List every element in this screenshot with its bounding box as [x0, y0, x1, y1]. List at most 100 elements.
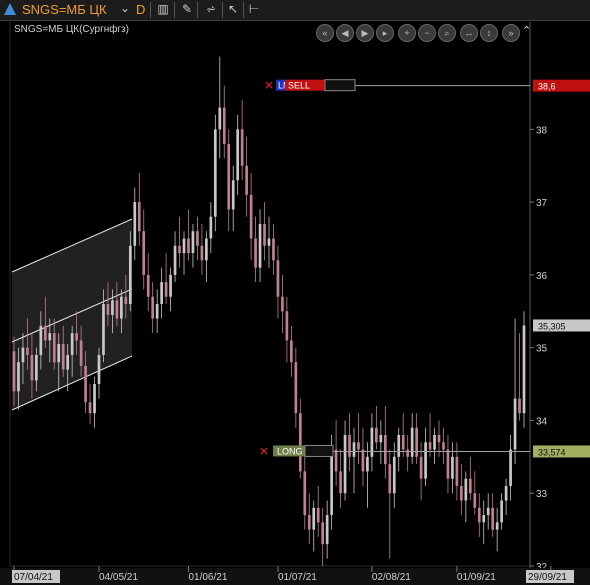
candle-body	[75, 333, 78, 341]
candle-body	[419, 456, 423, 479]
indicators-icon[interactable]: ⩫	[202, 3, 220, 16]
search-icon[interactable]: ⌕	[438, 24, 456, 42]
sell-price-label: 38,6	[538, 82, 556, 92]
candle-body	[231, 180, 235, 210]
symbol-select[interactable]: SNGS=МБ ЦК	[22, 2, 107, 17]
candle-body	[66, 354, 70, 370]
cancel-sell-icon[interactable]: ✕	[264, 79, 274, 93]
candle-body	[334, 449, 338, 472]
candle-body	[249, 194, 253, 239]
candle-body	[486, 507, 490, 516]
candle-body	[464, 478, 468, 501]
candle-body	[213, 129, 217, 217]
chart-type-icon[interactable]: ▥	[156, 3, 170, 16]
candle-body	[48, 333, 52, 341]
candle-body	[160, 282, 163, 304]
candle-body	[433, 435, 436, 450]
candle-body	[446, 449, 450, 479]
play-icon[interactable]: ▶	[356, 24, 374, 42]
candle-body	[209, 216, 213, 239]
candle-body	[61, 344, 65, 370]
sell-qty-box[interactable]	[324, 79, 356, 92]
candle-body	[84, 365, 87, 403]
instrument-icon[interactable]	[4, 3, 16, 15]
candle-body	[43, 325, 47, 341]
candle-body	[343, 435, 347, 494]
candle-body	[316, 507, 320, 523]
zoom-out-icon[interactable]: −	[418, 24, 436, 42]
candle-body	[276, 260, 280, 297]
candle-body	[339, 471, 342, 494]
candle-body	[442, 442, 445, 450]
levels-icon[interactable]: ⊢	[247, 3, 261, 16]
candle-body	[88, 402, 92, 414]
cancel-long-icon[interactable]: ✕	[259, 444, 269, 458]
timeframe-select[interactable]: D	[136, 2, 145, 17]
candle-body	[303, 471, 307, 516]
long-price-label: 33,574	[538, 447, 566, 457]
candle-body	[17, 362, 20, 392]
y-tick-label: 38	[536, 125, 548, 136]
x-tick-label: 04/05/21	[99, 572, 138, 583]
candle-body	[383, 435, 387, 465]
scroll-start-icon[interactable]: «	[316, 24, 334, 42]
price-chart[interactable]: ✕LMTSELL38,6✕LONG33,574 3233343536373835…	[0, 0, 590, 585]
candle-body	[352, 442, 356, 457]
candle-body	[254, 238, 257, 268]
collapse-icon[interactable]: ⌃	[522, 24, 534, 37]
candle-body	[146, 274, 150, 297]
candle-body	[455, 456, 459, 486]
candle-body	[173, 245, 177, 275]
x-tick-label: 01/07/21	[278, 572, 317, 583]
candle-body	[128, 245, 132, 304]
candle-body	[518, 398, 521, 414]
candle-body	[222, 107, 226, 144]
candle-body	[196, 231, 199, 246]
scroll-left-icon[interactable]: ◀	[336, 24, 354, 42]
long-label: LONG	[277, 446, 303, 456]
candle-body	[39, 325, 43, 355]
fit-vertical-icon[interactable]: ↕	[480, 24, 498, 42]
candle-body	[21, 347, 25, 363]
scroll-end-icon[interactable]: »	[502, 24, 520, 42]
candle-body	[468, 478, 472, 494]
candle-body	[187, 238, 190, 254]
fit-horizontal-icon[interactable]: ↔	[460, 24, 478, 42]
candle-body	[12, 351, 16, 392]
candle-body	[111, 300, 114, 315]
y-tick-label: 33	[536, 489, 548, 500]
candle-body	[473, 493, 477, 508]
candle-body	[500, 500, 503, 523]
candle-body	[307, 515, 311, 530]
cursor-icon[interactable]: ↖	[226, 3, 240, 16]
candle-body	[205, 238, 208, 261]
chevron-down-icon[interactable]: ⌄	[118, 2, 132, 15]
channel-fill	[12, 219, 132, 410]
candle-body	[227, 143, 231, 210]
candle-body	[522, 325, 526, 414]
candle-body	[142, 231, 146, 275]
draw-pencil-icon[interactable]: ✎	[180, 3, 194, 16]
candle-body	[428, 442, 432, 450]
candle-body	[191, 231, 195, 254]
scroll-right-icon[interactable]: ▸	[376, 24, 394, 42]
candle-body	[57, 344, 61, 363]
chart-title: SNGS=МБ ЦК(Сургнфгз)	[14, 24, 129, 35]
candle-body	[410, 427, 414, 457]
candle-body	[169, 274, 172, 297]
candle-body	[240, 129, 244, 166]
candle-body	[218, 107, 222, 130]
candle-body	[330, 449, 333, 516]
candle-body	[495, 522, 499, 530]
candle-body	[366, 456, 369, 472]
zoom-in-icon[interactable]: +	[398, 24, 416, 42]
last-price-label: 35,305	[538, 321, 566, 331]
candle-body	[460, 485, 463, 501]
x-tick-label: 01/06/21	[188, 572, 227, 583]
long-qty-box[interactable]	[304, 444, 334, 457]
candle-body	[106, 304, 110, 315]
candle-body	[401, 435, 405, 450]
candle-body	[298, 413, 302, 472]
candle-body	[388, 464, 392, 494]
candle-body	[379, 435, 383, 443]
